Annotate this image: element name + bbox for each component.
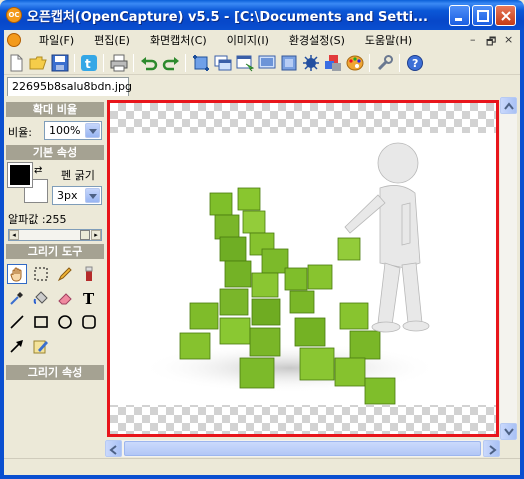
window-capture-icon[interactable]	[214, 54, 232, 72]
twitter-icon[interactable]: t	[80, 54, 98, 72]
fullscreen-capture-icon[interactable]	[258, 54, 276, 72]
select-rect-icon[interactable]	[31, 264, 51, 284]
toolbar-separator	[103, 54, 104, 72]
svg-text:?: ?	[412, 57, 418, 70]
toolbar: t ?	[4, 51, 520, 75]
swap-colors-icon[interactable]: ⇄	[34, 165, 42, 176]
mdi-minimize-button[interactable]: –	[470, 33, 476, 46]
zoom-label: 비율:	[8, 126, 32, 139]
color-icon[interactable]	[324, 54, 342, 72]
zoom-value: 100%	[49, 124, 81, 137]
svg-text:t: t	[85, 57, 91, 71]
left-panel: 확대 비율 비율: 100% 기본 속성 ⇄ 펜 굵기 3px 알파값 :255…	[4, 97, 104, 440]
toolbar-separator	[399, 54, 400, 72]
pen-width-select[interactable]: 3px	[52, 186, 102, 205]
settings-wrench-icon[interactable]	[376, 54, 394, 72]
menu-file[interactable]: 파일(F)	[29, 32, 84, 48]
draw-props-header: 그리기 속성	[6, 365, 104, 380]
close-button[interactable]	[495, 5, 516, 26]
canvas-area	[105, 98, 500, 440]
rounded-rect-tool-icon[interactable]	[79, 312, 99, 332]
effects-icon[interactable]	[302, 54, 320, 72]
pencil-icon[interactable]	[55, 264, 75, 284]
menu-settings[interactable]: 환경설정(S)	[279, 32, 355, 48]
chevron-down-icon[interactable]	[85, 123, 100, 138]
scroll-right-arrow[interactable]	[483, 440, 500, 457]
save-icon[interactable]	[51, 54, 69, 72]
chevron-down-icon[interactable]	[85, 188, 100, 203]
region-capture-icon[interactable]	[236, 54, 255, 72]
menu-image[interactable]: 이미지(I)	[217, 32, 279, 48]
undo-icon[interactable]	[140, 54, 158, 72]
help-icon[interactable]: ?	[406, 54, 424, 72]
scroll-up-arrow[interactable]	[500, 97, 517, 114]
zoom-section-header: 확대 비율	[6, 102, 104, 117]
maximize-button[interactable]	[472, 5, 493, 26]
title-bar: OC 오픈캡처(OpenCapture) v5.5 - [C:\Document…	[0, 0, 524, 30]
new-file-icon[interactable]	[7, 54, 25, 72]
horizontal-scroll-thumb[interactable]	[124, 441, 481, 456]
eraser-icon[interactable]	[55, 288, 75, 308]
captured-image	[110, 133, 496, 405]
image-canvas[interactable]	[107, 100, 499, 437]
toolbar-separator	[74, 54, 75, 72]
mdi-close-button[interactable]: ×	[504, 33, 513, 46]
open-folder-icon[interactable]	[29, 54, 47, 72]
eyedropper-icon[interactable]	[7, 288, 27, 308]
status-bar	[4, 458, 520, 475]
marker-icon[interactable]	[79, 264, 99, 284]
print-icon[interactable]	[110, 54, 128, 72]
text-tool-icon[interactable]: T	[79, 288, 99, 308]
slider-thumb[interactable]	[80, 230, 90, 240]
vertical-scrollbar[interactable]	[500, 97, 517, 440]
fill-bucket-icon[interactable]	[31, 288, 51, 308]
crop-icon[interactable]	[192, 54, 210, 72]
line-tool-icon[interactable]	[7, 312, 27, 332]
document-menu-icon[interactable]	[7, 33, 21, 47]
foreground-color-swatch[interactable]	[7, 162, 33, 188]
alpha-label: 알파값 :255	[8, 213, 67, 226]
toolbar-separator	[369, 54, 370, 72]
highlighter-icon[interactable]	[31, 336, 51, 356]
pen-width-label: 펜 굵기	[61, 169, 95, 182]
slider-left-arrow[interactable]: ◂	[9, 230, 19, 240]
ellipse-tool-icon[interactable]	[55, 312, 75, 332]
palette-icon[interactable]	[346, 54, 364, 72]
toolbar-separator	[133, 54, 134, 72]
menu-help[interactable]: 도움말(H)	[355, 32, 422, 48]
minimize-button[interactable]	[449, 5, 470, 26]
redo-icon[interactable]	[162, 54, 180, 72]
document-tab-bar: 22695b8salu8bdn.jpg	[4, 75, 520, 96]
blur-icon[interactable]	[280, 54, 298, 72]
hand-tool-icon[interactable]	[7, 264, 27, 284]
toolbar-separator	[185, 54, 186, 72]
window-frame-right	[520, 30, 524, 479]
zoom-select[interactable]: 100%	[44, 121, 102, 140]
window-frame-bottom	[0, 475, 524, 479]
opencapture-app-icon[interactable]: OC	[6, 7, 22, 23]
document-tab[interactable]: 22695b8salu8bdn.jpg	[7, 77, 132, 96]
menu-bar: 파일(F) 편집(E) 화면캡처(C) 이미지(I) 환경설정(S) 도움말(H…	[4, 30, 520, 50]
alpha-slider[interactable]: ◂ ▸	[8, 229, 102, 241]
mdi-restore-button[interactable]: 🗗	[486, 33, 496, 52]
draw-tools-header: 그리기 도구	[6, 244, 104, 259]
menu-edit[interactable]: 편집(E)	[84, 32, 140, 48]
horizontal-scrollbar[interactable]	[105, 440, 500, 457]
scroll-down-arrow[interactable]	[500, 423, 517, 440]
basic-section-header: 기본 속성	[6, 145, 104, 160]
menu-capture[interactable]: 화면캡처(C)	[140, 32, 217, 48]
scroll-left-arrow[interactable]	[105, 440, 122, 457]
window-title: 오픈캡처(OpenCapture) v5.5 - [C:\Documents a…	[27, 10, 428, 25]
arrow-tool-icon[interactable]	[7, 336, 27, 356]
svg-text:T: T	[83, 290, 95, 306]
rectangle-tool-icon[interactable]	[31, 312, 51, 332]
slider-right-arrow[interactable]: ▸	[91, 230, 101, 240]
pen-width-value: 3px	[57, 189, 78, 202]
